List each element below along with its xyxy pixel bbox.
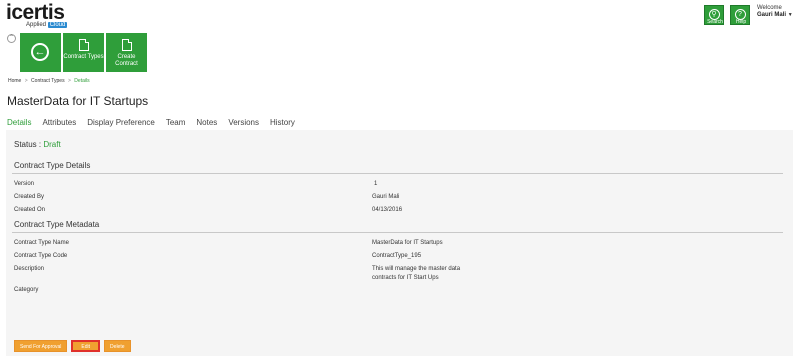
send-for-approval-button[interactable]: Send For Approval <box>14 340 68 352</box>
tab-versions[interactable]: Versions <box>228 118 259 127</box>
status-badge: Draft <box>43 140 61 149</box>
brand-logo: icertis Applied Cloud <box>6 1 68 28</box>
breadcrumb: Home > Contract Types > Details <box>8 78 90 84</box>
logo-tagline: Applied Cloud <box>26 22 68 28</box>
category-label: Category <box>14 287 39 293</box>
action-tiles: ← Contract Types Create Contract <box>20 33 149 72</box>
welcome-label: Welcome <box>757 5 782 11</box>
help-button[interactable]: ? Help <box>730 5 750 25</box>
contract-types-icon <box>78 39 89 51</box>
description-label: Description <box>14 266 45 272</box>
create-contract-button[interactable]: Create Contract <box>106 33 147 72</box>
tab-team[interactable]: Team <box>166 118 186 127</box>
tab-bar: Details Attributes Display Preference Te… <box>7 118 306 127</box>
collapse-icon[interactable]: ⌃ <box>7 34 16 43</box>
created-by-value: Gauri Mali <box>372 194 400 200</box>
contract-type-metadata-heading: Contract Type Metadata <box>14 220 100 229</box>
created-on-label: Created On <box>14 207 46 213</box>
contract-types-label: Contract Types <box>63 54 104 60</box>
tab-attributes[interactable]: Attributes <box>42 118 76 127</box>
contract-type-name-value: MasterData for IT Startups <box>372 240 443 246</box>
contract-type-code-value: ContractType_195 <box>372 253 422 259</box>
back-button[interactable]: ← <box>20 33 61 72</box>
section-divider <box>12 232 783 233</box>
search-button[interactable]: ⚲ Search <box>704 5 724 25</box>
page-title: MasterData for IT Startups <box>7 94 149 108</box>
status-line: Status : Draft <box>14 140 61 149</box>
user-menu[interactable]: Gauri Mali ▼ <box>757 12 793 19</box>
tab-history[interactable]: History <box>270 118 295 127</box>
status-label: Status : <box>14 140 44 149</box>
tab-notes[interactable]: Notes <box>196 118 217 127</box>
create-contract-icon <box>121 39 132 51</box>
chevron-down-icon: ▼ <box>787 12 793 18</box>
create-contract-label: Create Contract <box>115 54 138 67</box>
breadcrumb-home[interactable]: Home <box>8 78 21 84</box>
edit-button[interactable]: Edit <box>71 340 101 352</box>
details-panel: Status : Draft Contract Type Details Ver… <box>6 130 793 356</box>
contract-type-code-label: Contract Type Code <box>14 253 68 259</box>
contract-type-details-heading: Contract Type Details <box>14 161 91 170</box>
delete-button[interactable]: Delete <box>104 340 131 352</box>
user-name: Gauri Mali <box>757 12 787 18</box>
tab-display-preference[interactable]: Display Preference <box>87 118 155 127</box>
section-divider <box>12 173 783 174</box>
created-on-value: 04/13/2016 <box>372 207 403 213</box>
description-value: This will manage the master data contrac… <box>372 266 461 281</box>
tab-details[interactable]: Details <box>7 118 31 127</box>
logo-wordmark: icertis <box>6 1 65 24</box>
contract-types-button[interactable]: Contract Types <box>63 33 104 72</box>
breadcrumb-contract-types[interactable]: Contract Types <box>31 78 65 84</box>
action-buttons: Send For Approval Edit Delete <box>14 340 135 352</box>
breadcrumb-current: Details <box>74 78 90 84</box>
version-value: 1 <box>374 181 378 187</box>
created-by-label: Created By <box>14 194 45 200</box>
top-right-toolbar: ⚲ Search ? Help Welcome Gauri Mali ▼ <box>704 5 793 25</box>
user-welcome: Welcome Gauri Mali ▼ <box>757 5 793 19</box>
version-label: Version <box>14 181 35 187</box>
contract-type-name-label: Contract Type Name <box>14 240 69 246</box>
back-arrow-icon: ← <box>31 43 49 61</box>
